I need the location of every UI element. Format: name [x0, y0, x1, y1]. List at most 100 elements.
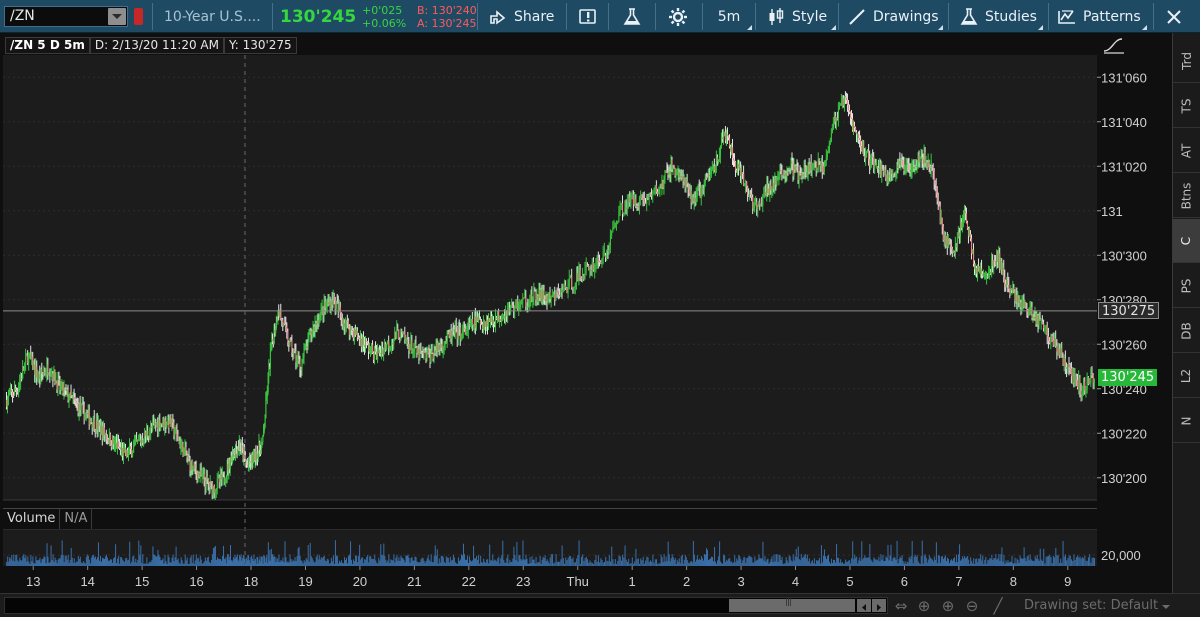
expand-icon[interactable]: ⇔	[893, 598, 909, 614]
candle-down	[588, 265, 590, 271]
volume-bar	[812, 563, 814, 566]
volume-bar	[350, 541, 352, 566]
sidebar-tab-c[interactable]: C	[1173, 219, 1200, 263]
volume-bar	[133, 555, 135, 566]
symbol-input[interactable]: /ZN	[4, 6, 128, 27]
close-button[interactable]	[1164, 0, 1190, 33]
drawings-button[interactable]: Drawings	[847, 0, 945, 33]
volume-bar	[141, 562, 143, 566]
sidebar-tab-trd[interactable]: Trd	[1173, 39, 1200, 83]
candle-down	[372, 344, 374, 353]
volume-bar	[54, 557, 56, 566]
sidebar-tab-btns[interactable]: Btns	[1173, 174, 1200, 218]
zoom-out-icon[interactable]: ⊖	[964, 598, 980, 614]
scrollbar-thumb[interactable]	[729, 597, 855, 612]
volume-bar	[132, 556, 134, 566]
candle-down	[464, 329, 466, 334]
sidebar-tab-db[interactable]: DB	[1173, 309, 1200, 353]
scroll-left-button[interactable]	[857, 599, 871, 612]
candle-down	[747, 186, 749, 195]
volume-bar	[346, 557, 348, 566]
chevron-down-icon[interactable]	[1162, 605, 1170, 609]
sidebar-tab-ts[interactable]: TS	[1173, 84, 1200, 128]
candle-down	[649, 193, 651, 195]
studies-button[interactable]: Studies	[959, 0, 1045, 33]
volume-bar	[911, 540, 913, 566]
volume-bar	[890, 544, 892, 566]
candle-up	[312, 326, 314, 334]
settings-button[interactable]	[668, 0, 694, 33]
volume-bar	[84, 563, 86, 566]
zoom-in-icon[interactable]: ⊕	[940, 598, 956, 614]
volume-bar	[167, 554, 169, 566]
volume-bar	[914, 554, 916, 566]
pencil-line-icon	[849, 8, 865, 25]
candle-up	[857, 134, 859, 136]
sidebar-tab-label: Btns	[1179, 182, 1194, 209]
symbol-dropdown-button[interactable]	[108, 8, 126, 25]
link-color-chip[interactable]	[134, 8, 143, 25]
scroll-right-button[interactable]	[872, 599, 886, 612]
candle-up	[925, 162, 927, 164]
candle-up	[430, 350, 432, 363]
volume-bar	[743, 557, 745, 566]
style-button[interactable]: Style	[766, 0, 838, 33]
volume-bar	[37, 560, 39, 566]
volume-bar	[517, 561, 519, 566]
time-scrollbar[interactable]	[4, 597, 888, 614]
sidebar-tab-n[interactable]: N	[1173, 399, 1200, 443]
candle-down	[902, 160, 904, 166]
patterns-button[interactable]: Patterns	[1057, 0, 1149, 33]
candle-up	[114, 440, 116, 445]
candle-down	[485, 321, 487, 327]
drawing-set-selector[interactable]: Drawing set: Default	[1024, 596, 1158, 616]
candle-up	[626, 201, 628, 209]
patterns-icon	[1058, 9, 1075, 24]
candle-up	[837, 109, 839, 119]
volume-bar	[68, 562, 70, 566]
sidebar-tab-l2[interactable]: L2	[1173, 354, 1200, 398]
volume-bar	[468, 562, 470, 566]
volume-bar	[820, 545, 822, 566]
candle-up	[986, 275, 988, 278]
volume-bar	[724, 555, 726, 566]
alert-button[interactable]	[578, 0, 604, 33]
candle-up	[61, 382, 63, 387]
volume-bar	[771, 556, 773, 566]
candle-up	[129, 446, 131, 452]
draw-line-icon[interactable]: ╱	[990, 598, 1006, 614]
candle-down	[759, 201, 761, 206]
volume-bar	[1087, 557, 1089, 566]
candle-up	[820, 163, 822, 167]
timeframe-button[interactable]: 5m	[704, 0, 754, 33]
candle-up	[427, 349, 429, 354]
candle-down	[851, 117, 853, 119]
sidebar-tab-ps[interactable]: PS	[1173, 264, 1200, 308]
volume-bar	[402, 558, 404, 566]
candle-up	[20, 377, 22, 382]
volume-bar	[376, 562, 378, 566]
volume-bar	[10, 558, 12, 566]
candle-down	[1068, 364, 1070, 368]
volume-bar	[733, 562, 735, 566]
share-button[interactable]: Share	[488, 0, 554, 33]
flask-button[interactable]	[622, 0, 648, 33]
crosshair-icon[interactable]: ⊕	[916, 598, 932, 614]
volume-bar	[181, 560, 183, 566]
volume-bar	[797, 546, 799, 566]
volume-bar	[963, 558, 965, 566]
volume-bar	[1073, 554, 1075, 566]
candle-down	[1049, 340, 1051, 343]
volume-bar	[26, 561, 28, 566]
sidebar-tab-at[interactable]: AT	[1173, 129, 1200, 173]
candle-down	[982, 273, 984, 276]
volume-bar	[715, 561, 717, 566]
candle-down	[705, 176, 707, 178]
volume-bar	[614, 559, 616, 566]
volume-bar	[892, 558, 894, 566]
volume-bar	[1044, 563, 1046, 566]
candle-down	[101, 426, 103, 439]
candle-down	[54, 370, 56, 383]
candle-down	[1033, 317, 1035, 319]
volume-bar	[886, 557, 888, 566]
